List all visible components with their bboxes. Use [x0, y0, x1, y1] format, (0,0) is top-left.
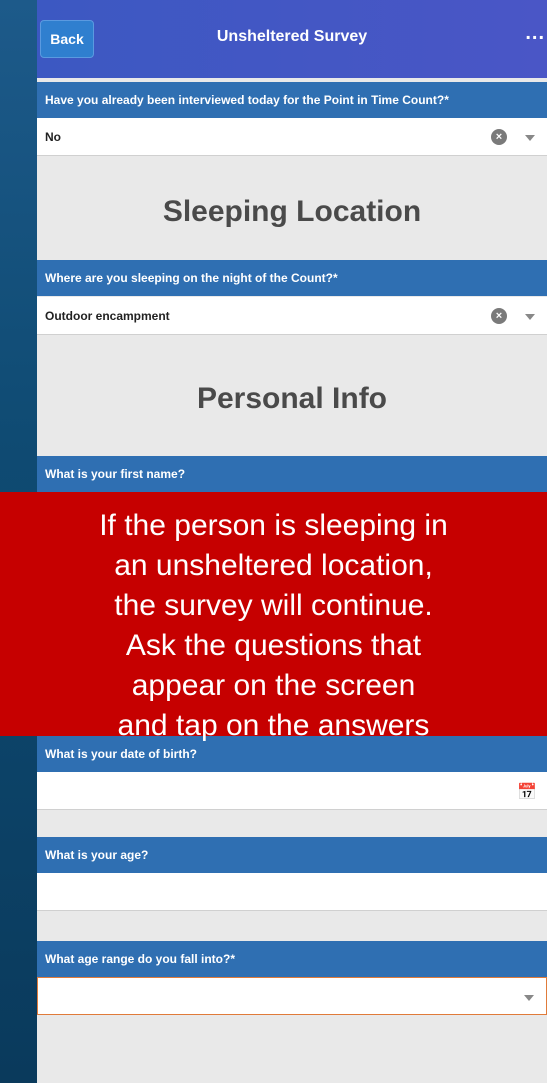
overlay-line: appear on the screen [131, 669, 416, 702]
more-menu-icon[interactable]: ... [525, 22, 545, 45]
chevron-down-icon[interactable] [524, 995, 534, 1001]
clear-icon[interactable]: × [491, 129, 507, 145]
overlay-line: the survey will continue. [114, 589, 433, 622]
dob-input[interactable]: 📅 [37, 772, 547, 810]
sleeping-value: Outdoor encampment [45, 309, 170, 323]
age-input[interactable] [37, 873, 547, 911]
interviewed-value: No [45, 130, 61, 144]
overlay-line: an unsheltered location, [114, 549, 433, 582]
chevron-down-icon[interactable] [525, 314, 535, 320]
app-header: Back Unsheltered Survey ... [37, 0, 547, 78]
question-age-range-label: What age range do you fall into?* [37, 941, 547, 977]
question-first-name-label: What is your first name? [37, 456, 547, 492]
overlay-line: Ask the questions that [125, 629, 422, 662]
page-title: Unsheltered Survey [216, 28, 368, 45]
section-title-personal-info: Personal Info [196, 382, 388, 415]
chevron-down-icon[interactable] [525, 135, 535, 141]
overlay-line: and tap on the answers [117, 709, 430, 742]
clear-icon[interactable]: × [491, 308, 507, 324]
overlay-line: If the person is sleeping in [99, 509, 448, 542]
calendar-icon[interactable]: 📅 [517, 782, 537, 802]
sleeping-select[interactable]: Outdoor encampment × [37, 297, 547, 335]
interviewed-select[interactable]: No × [37, 118, 547, 156]
question-age-label: What is your age? [37, 837, 547, 873]
question-interviewed-label: Have you already been interviewed today … [37, 82, 547, 118]
section-title-sleeping-location: Sleeping Location [162, 195, 422, 228]
age-range-select[interactable] [37, 977, 547, 1015]
instruction-overlay: If the person is sleeping in an unshelte… [0, 492, 547, 742]
question-sleeping-label: Where are you sleeping on the night of t… [37, 260, 547, 296]
